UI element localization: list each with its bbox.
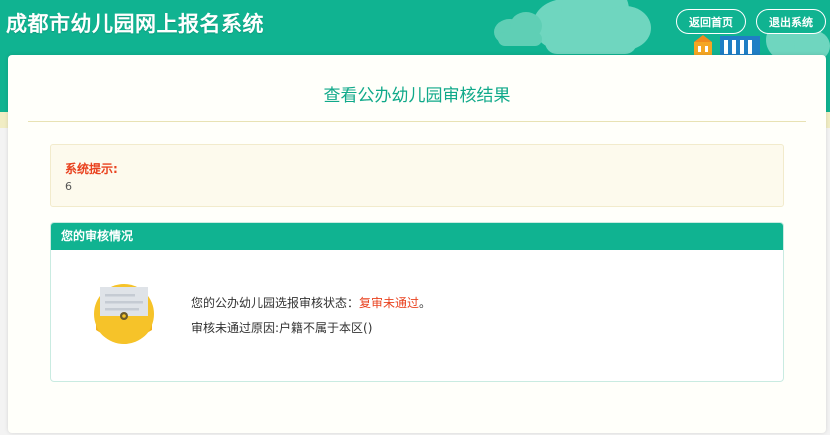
- review-panel: 您的审核情况 您的公办幼儿园选报审核状态：复审未通过。 审核未通过原因:户籍不属…: [50, 222, 784, 382]
- review-panel-header: 您的审核情况: [51, 223, 783, 250]
- review-status-line: 您的公办幼儿园选报审核状态：复审未通过。: [191, 294, 431, 311]
- site-title: 成都市幼儿园网上报名系统: [6, 12, 264, 36]
- notice-title: 系统提示:: [65, 162, 118, 176]
- rejection-reason: 审核未通过原因:户籍不属于本区(): [191, 321, 373, 335]
- status-value: 复审未通过: [359, 296, 420, 310]
- divider: [28, 121, 806, 122]
- status-suffix: 。: [419, 296, 432, 310]
- exit-button[interactable]: 退出系统: [756, 9, 826, 34]
- page-title: 查看公办幼儿园审核结果: [323, 86, 511, 106]
- home-button-label: 返回首页: [689, 15, 733, 29]
- status-label: 您的公办幼儿园选报审核状态：: [191, 296, 360, 310]
- document-envelope-icon: [94, 284, 154, 344]
- exit-button-label: 退出系统: [769, 15, 813, 29]
- main-panel: 查看公办幼儿园审核结果 系统提示: 6 您的审核情况 您的公办幼儿园选报审核状态…: [8, 55, 826, 433]
- home-button[interactable]: 返回首页: [676, 9, 746, 34]
- notice-text: 6: [65, 180, 72, 193]
- cloud-icon: [494, 12, 542, 46]
- system-notice: 系统提示: 6: [50, 144, 784, 207]
